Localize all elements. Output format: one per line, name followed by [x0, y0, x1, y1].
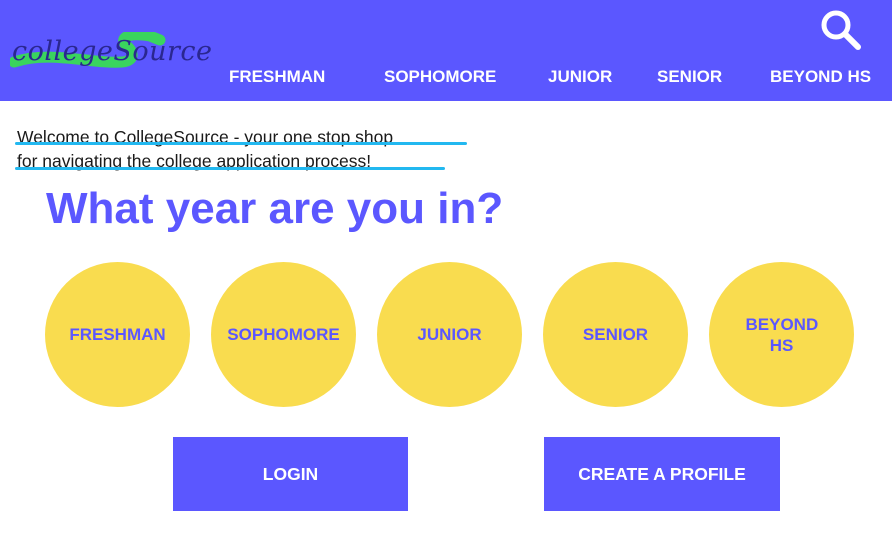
year-button-freshman[interactable]: FRESHMAN [45, 262, 190, 407]
top-nav-bar: collegeSource FRESHMAN SOPHOMORE JUNIOR … [0, 0, 892, 101]
year-label-freshman: FRESHMAN [69, 325, 166, 344]
collegesource-logo[interactable]: collegeSource [10, 32, 230, 92]
year-label-beyond-hs: BEYOND HS [745, 314, 819, 355]
nav-junior[interactable]: JUNIOR [548, 67, 612, 87]
year-button-senior[interactable]: SENIOR [543, 262, 688, 407]
logo-text: collegeSource [12, 36, 213, 67]
year-label-senior: SENIOR [582, 325, 649, 344]
year-button-junior[interactable]: JUNIOR [377, 262, 522, 407]
welcome-underline-2 [15, 167, 445, 170]
welcome-underline-1 [15, 142, 467, 145]
nav-sophomore[interactable]: SOPHOMORE [384, 67, 496, 87]
welcome-message: Welcome to CollegeSource - your one stop… [15, 125, 467, 173]
welcome-line-2: for navigating the college application p… [15, 149, 445, 173]
year-button-sophomore[interactable]: SOPHOMORE [211, 262, 356, 407]
year-label-sophomore: SOPHOMORE [227, 325, 340, 344]
create-profile-button[interactable]: CREATE A PROFILE [544, 437, 780, 511]
welcome-line-1: Welcome to CollegeSource - your one stop… [15, 125, 467, 149]
search-icon[interactable] [818, 7, 864, 53]
nav-beyond-hs[interactable]: BEYOND HS [770, 67, 871, 87]
year-label-junior: JUNIOR [417, 325, 482, 344]
nav-freshman[interactable]: FRESHMAN [229, 67, 325, 87]
login-button[interactable]: LOGIN [173, 437, 408, 511]
nav-senior[interactable]: SENIOR [657, 67, 722, 87]
year-button-beyond-hs[interactable]: BEYOND HS [709, 262, 854, 407]
page-title: What year are you in? [46, 184, 504, 233]
